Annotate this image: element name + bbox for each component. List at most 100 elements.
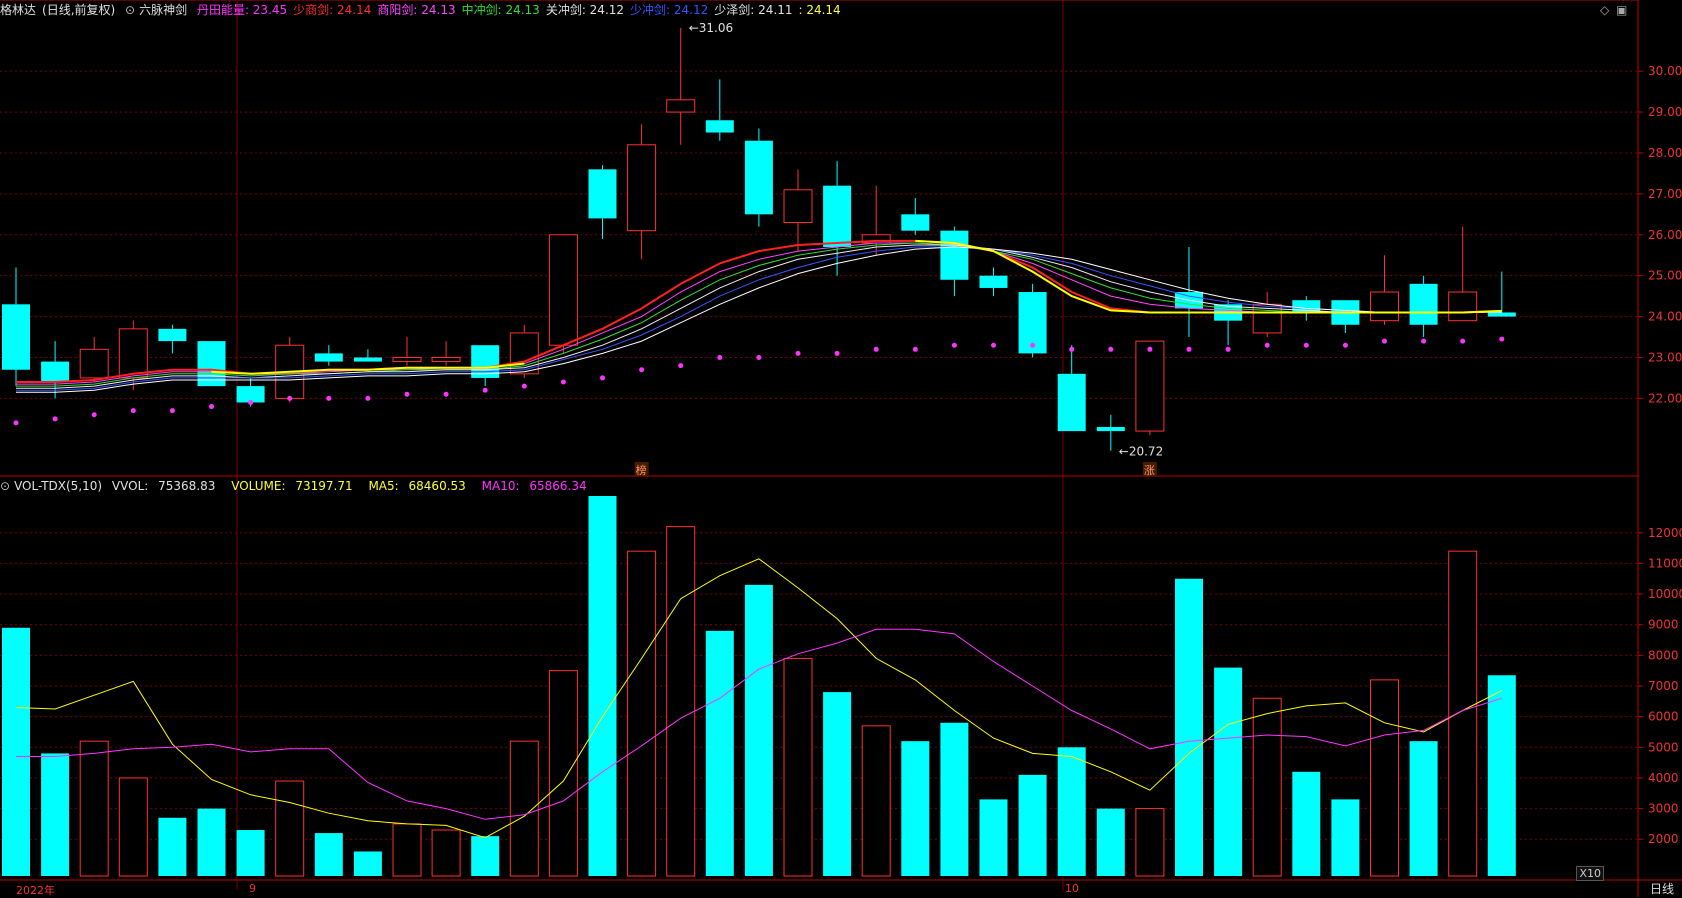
period-selector[interactable]: 日线	[1650, 880, 1674, 897]
collapse-icon[interactable]: ⊙	[0, 479, 10, 493]
collapse-icon[interactable]: ⊙	[125, 3, 135, 17]
volume-bar-up	[1370, 679, 1399, 877]
price-tick-label: 24.00	[1648, 310, 1682, 324]
candle-body-down	[823, 185, 852, 248]
energy-dot	[834, 350, 840, 356]
energy-dot	[912, 346, 918, 352]
candle-body-down	[705, 120, 734, 133]
vvol-value: VVOL: 75368.83	[111, 479, 216, 493]
indicator-value-0: 丹田能量: 23.45	[196, 3, 288, 17]
energy-dot	[1499, 336, 1505, 342]
volume-bar-down	[1331, 799, 1360, 876]
volume-bar-up	[548, 670, 578, 877]
volume-bar-down	[940, 722, 969, 876]
volume-bar-down	[353, 851, 382, 876]
volume-tick-label: 12000	[1648, 526, 1682, 540]
energy-dot	[365, 395, 371, 401]
scale-button[interactable]: X10	[1576, 866, 1604, 881]
energy-dot	[678, 363, 684, 369]
indicator-value-6: 少泽剑: 24.11	[714, 3, 793, 17]
energy-dot	[1460, 338, 1466, 344]
volume-bar-down	[588, 496, 617, 876]
candle-body-down	[901, 214, 930, 231]
chart-mode: (日线,前复权)	[42, 3, 116, 17]
volume-value: VOLUME: 73197.71	[231, 479, 353, 493]
energy-dot	[169, 408, 175, 414]
extreme-price-label: ←20.72	[1119, 445, 1163, 459]
volume-header: ⊙ VOL-TDX(5,10) VVOL: 75368.83 VOLUME: 73…	[0, 477, 599, 495]
price-header: 格林达 (日线,前复权) ⊙ 六脉神剑 丹田能量: 23.45 少商剑: 24.14 商…	[0, 1, 853, 19]
indicator-name[interactable]: 六脉神剑	[139, 3, 187, 17]
volume-bar-down	[158, 817, 187, 876]
energy-dot	[52, 416, 58, 422]
energy-dot	[443, 391, 449, 397]
price-tick-label: 27.00	[1648, 187, 1682, 201]
price-tick-label: 26.00	[1648, 228, 1682, 242]
volume-bar-up	[666, 526, 696, 877]
volume-bar-up	[861, 725, 891, 877]
energy-dot	[1342, 342, 1348, 348]
volume-bar-up	[627, 550, 657, 877]
volume-tick-label: 11000	[1648, 556, 1682, 570]
volume-tick-label: 6000	[1648, 710, 1679, 724]
ma10-value: MA10: 65866.34	[481, 479, 587, 493]
indicator-values: 丹田能量: 23.45 少商剑: 24.14 商阳剑: 24.13 中冲剑: 24.1…	[197, 3, 847, 17]
volume-bar-up	[392, 823, 422, 877]
volume-indicator-name[interactable]: VOL-TDX(5,10)	[14, 479, 102, 493]
candle-body-up	[79, 348, 109, 379]
energy-dot	[1421, 338, 1427, 344]
energy-dot	[560, 379, 566, 385]
candle-body-up	[392, 356, 422, 363]
volume-bar-up	[118, 777, 148, 877]
energy-dot	[248, 399, 254, 405]
energy-dot	[287, 395, 293, 401]
volume-bar-down	[41, 753, 70, 876]
volume-tick-label: 4000	[1648, 771, 1679, 785]
energy-dot	[1264, 342, 1270, 348]
candle-body-up	[1370, 291, 1399, 322]
volume-bar-up	[509, 740, 539, 877]
volume-bar-up	[1448, 550, 1478, 877]
energy-dot	[1069, 346, 1075, 352]
ma5-value: MA5: 68460.53	[368, 479, 466, 493]
volume-bar-up	[783, 657, 813, 877]
restore-icon[interactable]: ▣	[1616, 3, 1627, 17]
candlestick-series	[2, 27, 1516, 451]
stock-chart[interactable]: 22.00 23.00 24.00 25.00 26.00 27.00 28.00 29.00…	[0, 0, 1682, 897]
candle-body-down	[744, 140, 773, 215]
volume-bar-up	[79, 740, 109, 877]
indicator-value-2: 商阳剑: 24.13	[377, 3, 456, 17]
energy-dot	[991, 342, 996, 348]
volume-tick-label: 10000	[1648, 587, 1682, 601]
volume-bars	[2, 496, 1516, 877]
event-marker-text: 涨	[1144, 464, 1155, 477]
energy-dot	[873, 346, 879, 352]
volume-bar-down	[901, 741, 930, 876]
indicator-value-7: : 24.14	[798, 3, 841, 17]
energy-dot	[756, 354, 762, 360]
candle-body-up	[783, 189, 813, 224]
volume-bar-down	[471, 836, 500, 876]
energy-dot	[1382, 338, 1387, 344]
candle-body-up	[118, 328, 148, 379]
candle-body-up	[548, 234, 578, 346]
volume-bar-down	[236, 830, 265, 876]
energy-dot	[1108, 346, 1114, 352]
candle-body-down	[588, 169, 617, 219]
candle-body-down	[1409, 283, 1438, 325]
diamond-icon[interactable]: ◇	[1600, 3, 1609, 17]
candle-body-up	[1135, 340, 1165, 432]
volume-tick-label: 8000	[1648, 648, 1679, 662]
volume-tick-label: 5000	[1648, 740, 1679, 754]
energy-dot	[717, 354, 723, 360]
energy-dot	[1186, 346, 1192, 352]
volume-bar-down	[197, 808, 226, 876]
indicator-value-5: 少冲剑: 24.12	[630, 3, 709, 17]
energy-dot	[639, 367, 645, 373]
volume-tick-label: 3000	[1648, 802, 1679, 816]
candle-body-up	[431, 356, 461, 363]
energy-dot	[521, 383, 527, 389]
price-axis: 22.00 23.00 24.00 25.00 26.00 27.00 28.00 29.00…	[1638, 64, 1682, 846]
x-axis-month-10-label: 10	[1065, 882, 1079, 895]
energy-dot	[795, 350, 801, 356]
